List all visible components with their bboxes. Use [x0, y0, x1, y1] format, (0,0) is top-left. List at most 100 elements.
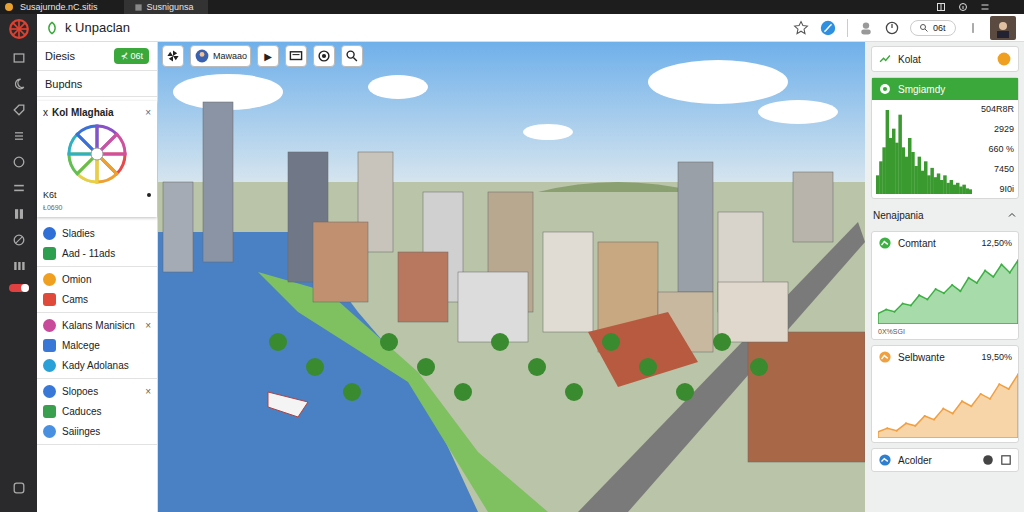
menu-icon[interactable] — [11, 180, 27, 196]
card-title: Comtant — [898, 238, 936, 249]
section-title: Nenajpania — [873, 210, 924, 221]
close-button[interactable]: × — [145, 107, 151, 118]
inbox-icon[interactable] — [11, 50, 27, 66]
coin-icon[interactable] — [11, 154, 27, 170]
grid-icon[interactable] — [936, 2, 946, 12]
close-button[interactable]: × — [145, 386, 151, 397]
globe-icon[interactable] — [819, 19, 837, 37]
close-button[interactable]: x — [43, 107, 48, 118]
sidebar-item[interactable]: Caduces — [43, 404, 151, 419]
chart-point — [952, 413, 954, 415]
chart-bar — [924, 161, 928, 194]
list-icon[interactable] — [11, 128, 27, 144]
kolat-card: Kolat — [871, 46, 1019, 72]
title-bar: Susajurnde.nC.sitisSusnigunsa — [0, 0, 1024, 14]
sidebar-item[interactable]: Omion — [43, 272, 151, 287]
user-icon[interactable] — [858, 20, 874, 36]
tab-label: Susnigunsa — [147, 2, 194, 12]
exit-icon[interactable] — [11, 480, 27, 496]
area-chart — [878, 254, 1018, 324]
bar-chart — [876, 104, 972, 194]
chart-bar — [895, 143, 899, 194]
chart-bar — [914, 166, 918, 194]
close-button[interactable]: × — [145, 320, 151, 331]
count-button[interactable]: ⊀ 06t — [114, 48, 149, 64]
chart-bar — [886, 110, 890, 194]
bars-icon[interactable] — [11, 258, 27, 274]
menu-icon[interactable] — [980, 2, 990, 12]
section-header[interactable]: Nenajpania — [871, 204, 1019, 226]
item-label: Cams — [62, 294, 151, 305]
stop-icon[interactable] — [982, 454, 994, 466]
chart-footer: 0X%SGI — [872, 328, 1018, 339]
chart-bar — [921, 171, 925, 194]
chevron-icon[interactable] — [1007, 210, 1017, 220]
columns-icon[interactable] — [11, 206, 27, 222]
layer-icon — [43, 319, 56, 332]
avatar-icon — [194, 48, 210, 64]
sidebar-item[interactable]: Sladies — [43, 226, 151, 241]
chart-point — [1001, 264, 1003, 266]
chart-bar — [943, 175, 947, 194]
globe-icon[interactable] — [11, 232, 27, 248]
app-icon — [4, 2, 14, 12]
card-label: K6t — [43, 190, 57, 200]
layer-icon — [43, 227, 56, 240]
item-label: Omion — [62, 274, 151, 285]
layer-icon — [43, 247, 56, 260]
sidebar-item[interactable]: Slopoes× — [43, 384, 151, 399]
chart-point — [1009, 272, 1011, 274]
play-button[interactable]: ▶ — [257, 45, 279, 67]
axis-tick: 504R8R — [976, 104, 1014, 114]
panel-title: Diesis — [45, 50, 75, 62]
divider-icon — [966, 21, 980, 35]
search-button[interactable] — [341, 45, 363, 67]
sidebar-item[interactable]: Saiinges — [43, 424, 151, 439]
wheel-icon[interactable] — [8, 18, 30, 40]
tag-icon[interactable] — [11, 102, 27, 118]
chart-point — [984, 270, 986, 272]
search-field[interactable]: 06t — [910, 20, 956, 36]
chart-point — [968, 277, 970, 279]
star-icon[interactable] — [793, 20, 809, 36]
item-label: Kady Adolanas — [62, 360, 151, 371]
layer-icon — [43, 425, 56, 438]
sidebar-item[interactable]: Malcege — [43, 338, 151, 353]
summary-card: Smgiamdy504R8R2929660 %74509I0i — [871, 77, 1019, 199]
sidebar-item[interactable]: Cams — [43, 292, 151, 307]
sidebar-item[interactable]: Aad - 11ads — [43, 246, 151, 261]
chart-bar — [902, 147, 906, 194]
rail-toggle[interactable] — [9, 284, 29, 292]
metric-icon — [878, 236, 892, 250]
sidebar-item[interactable]: Kady Adolanas — [43, 358, 151, 373]
browser-tab[interactable]: Susnigunsa — [124, 0, 208, 14]
chart-point — [886, 427, 888, 429]
chart-bar — [889, 138, 893, 194]
chart-point — [885, 309, 887, 311]
user-button[interactable]: Mawaao — [190, 45, 251, 67]
square-icon[interactable] — [1000, 454, 1012, 466]
pinwheel-button[interactable] — [162, 45, 184, 67]
clock-icon[interactable] — [884, 20, 900, 36]
chart-point — [989, 398, 991, 400]
badge-icon[interactable] — [996, 51, 1012, 67]
item-label: Sladies — [62, 228, 151, 239]
info-icon[interactable] — [958, 2, 968, 12]
moon-icon[interactable] — [11, 76, 27, 92]
area-chart — [878, 368, 1018, 438]
item-label: Caduces — [62, 406, 151, 417]
search-icon — [919, 23, 929, 33]
chart-bar — [934, 177, 938, 194]
card-title: Selbwante — [898, 352, 945, 363]
layer-icon — [43, 339, 56, 352]
layer-icon — [43, 405, 56, 418]
sidebar-item[interactable]: Kalans Manisicn× — [43, 318, 151, 333]
layer-group: Slopoes× Caduces Saiinges — [37, 379, 157, 445]
city-view[interactable]: Mawaao ▶ — [158, 42, 865, 512]
screen-button[interactable] — [285, 45, 307, 67]
chart-point — [935, 288, 937, 290]
chart-point — [878, 313, 879, 315]
status-dot — [147, 193, 151, 197]
target-button[interactable] — [313, 45, 335, 67]
avatar-icon[interactable] — [990, 16, 1016, 40]
